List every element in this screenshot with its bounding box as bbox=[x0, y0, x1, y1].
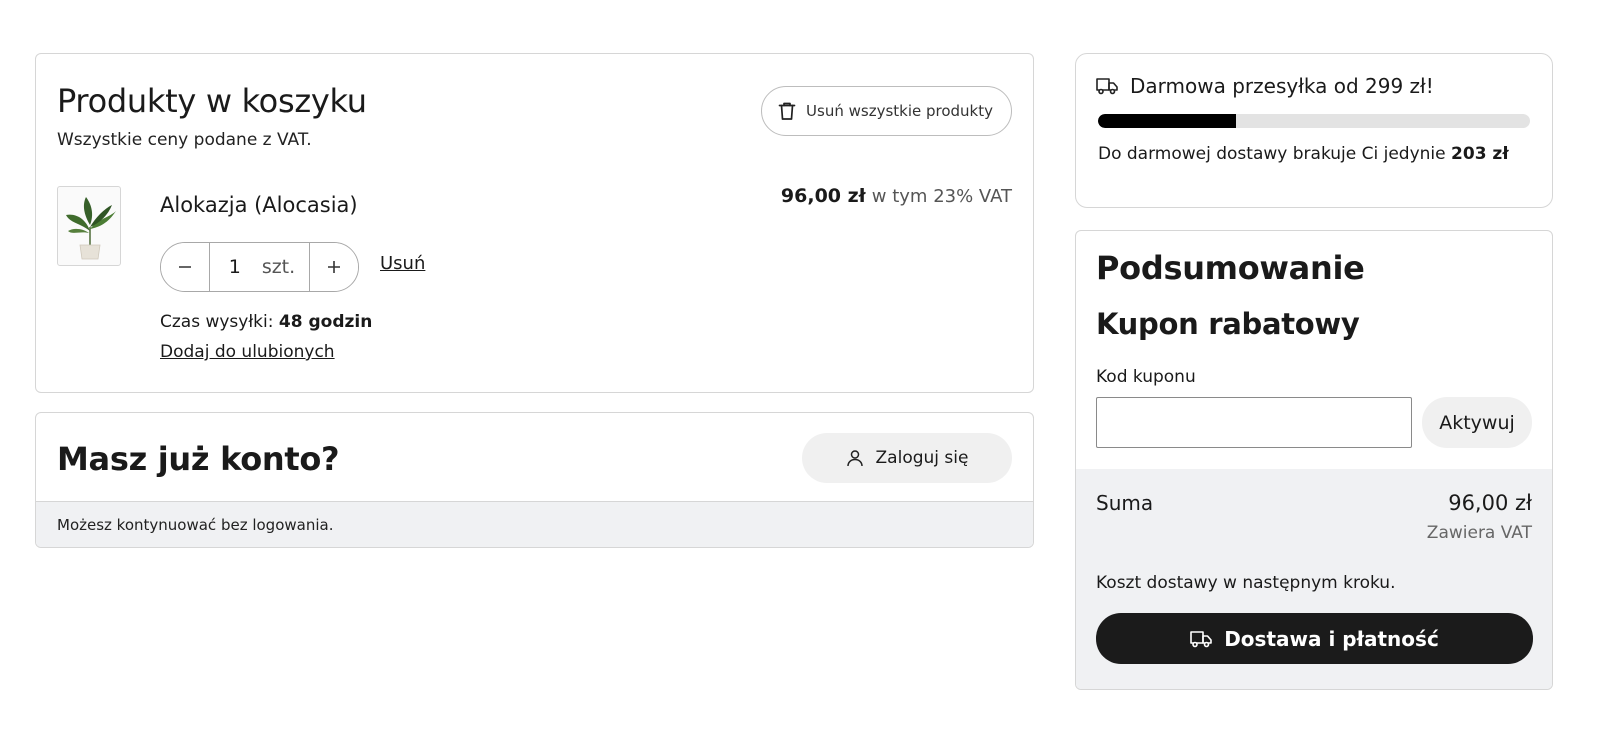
product-name[interactable]: Alokazja (Alocasia) bbox=[160, 193, 358, 217]
total-amount: 96,00 zł bbox=[1448, 491, 1532, 515]
increase-quantity-button[interactable] bbox=[310, 243, 358, 291]
truck-icon bbox=[1096, 78, 1118, 95]
user-icon bbox=[846, 450, 863, 467]
truck-icon bbox=[1190, 630, 1213, 647]
trash-icon bbox=[778, 102, 796, 120]
shipping-time-value: 48 godzin bbox=[278, 312, 373, 332]
decrease-quantity-button[interactable] bbox=[161, 243, 209, 291]
free-shipping-progress bbox=[1098, 114, 1530, 128]
summary-title: Podsumowanie bbox=[1096, 249, 1365, 287]
total-label: Suma bbox=[1096, 491, 1154, 515]
coupon-label: Kod kuponu bbox=[1096, 367, 1196, 387]
summary-totals: Suma 96,00 zł Zawiera VAT Koszt dostawy … bbox=[1076, 469, 1552, 689]
login-button[interactable]: Zaloguj się bbox=[802, 433, 1012, 483]
coupon-input[interactable] bbox=[1096, 397, 1412, 448]
account-title: Masz już konto? bbox=[57, 440, 340, 478]
checkout-label: Dostawa i płatność bbox=[1224, 626, 1439, 651]
quantity-stepper: szt. bbox=[160, 242, 359, 292]
cart-title: Produkty w koszyku bbox=[57, 82, 367, 120]
quantity-field: szt. bbox=[209, 243, 310, 291]
clear-cart-button[interactable]: Usuń wszystkie produkty bbox=[761, 86, 1012, 136]
product-price-vat: w tym 23% VAT bbox=[871, 186, 1012, 207]
free-shipping-header: Darmowa przesyłka od 299 zł! bbox=[1096, 74, 1434, 98]
add-to-favorites-link[interactable]: Dodaj do ulubionych bbox=[160, 342, 335, 362]
quantity-input[interactable] bbox=[223, 256, 246, 278]
product-price-amount: 96,00 zł bbox=[780, 185, 866, 207]
coupon-title: Kupon rabatowy bbox=[1096, 307, 1360, 341]
free-shipping-remaining: 203 zł bbox=[1451, 144, 1509, 164]
cart-vat-note: Wszystkie ceny podane z VAT. bbox=[57, 130, 312, 150]
remove-item-link[interactable]: Usuń bbox=[380, 253, 425, 274]
plus-icon bbox=[328, 261, 340, 273]
total-vat-note: Zawiera VAT bbox=[1426, 523, 1532, 543]
quantity-unit: szt. bbox=[261, 256, 296, 278]
free-shipping-title: Darmowa przesyłka od 299 zł! bbox=[1130, 74, 1434, 98]
clear-cart-label: Usuń wszystkie produkty bbox=[806, 102, 993, 120]
cart-card: Produkty w koszyku Wszystkie ceny podane… bbox=[35, 53, 1034, 393]
plant-icon bbox=[66, 197, 116, 260]
activate-coupon-button[interactable]: Aktywuj bbox=[1422, 397, 1532, 448]
product-image[interactable] bbox=[57, 186, 121, 266]
shipping-time: Czas wysyłki: 48 godzin bbox=[160, 312, 372, 332]
free-shipping-note-text: Do darmowej dostawy brakuje Ci jedynie bbox=[1098, 144, 1446, 164]
login-label: Zaloguj się bbox=[875, 448, 969, 468]
product-price: 96,00 zł w tym 23% VAT bbox=[781, 185, 1012, 207]
summary-card: Podsumowanie Kupon rabatowy Kod kuponu A… bbox=[1075, 230, 1553, 690]
free-shipping-card: Darmowa przesyłka od 299 zł! Do darmowej… bbox=[1075, 53, 1553, 208]
guest-checkout-note: Możesz kontynuować bez logowania. bbox=[36, 501, 1033, 547]
checkout-button[interactable]: Dostawa i płatność bbox=[1096, 613, 1533, 664]
shipping-time-label: Czas wysyłki: bbox=[160, 312, 274, 332]
free-shipping-note: Do darmowej dostawy brakuje Ci jedynie 2… bbox=[1098, 144, 1509, 164]
account-card: Masz już konto? Zaloguj się Możesz konty… bbox=[35, 412, 1034, 548]
delivery-cost-note: Koszt dostawy w następnym kroku. bbox=[1096, 573, 1396, 593]
minus-icon bbox=[179, 266, 191, 268]
free-shipping-progress-fill bbox=[1098, 114, 1237, 128]
